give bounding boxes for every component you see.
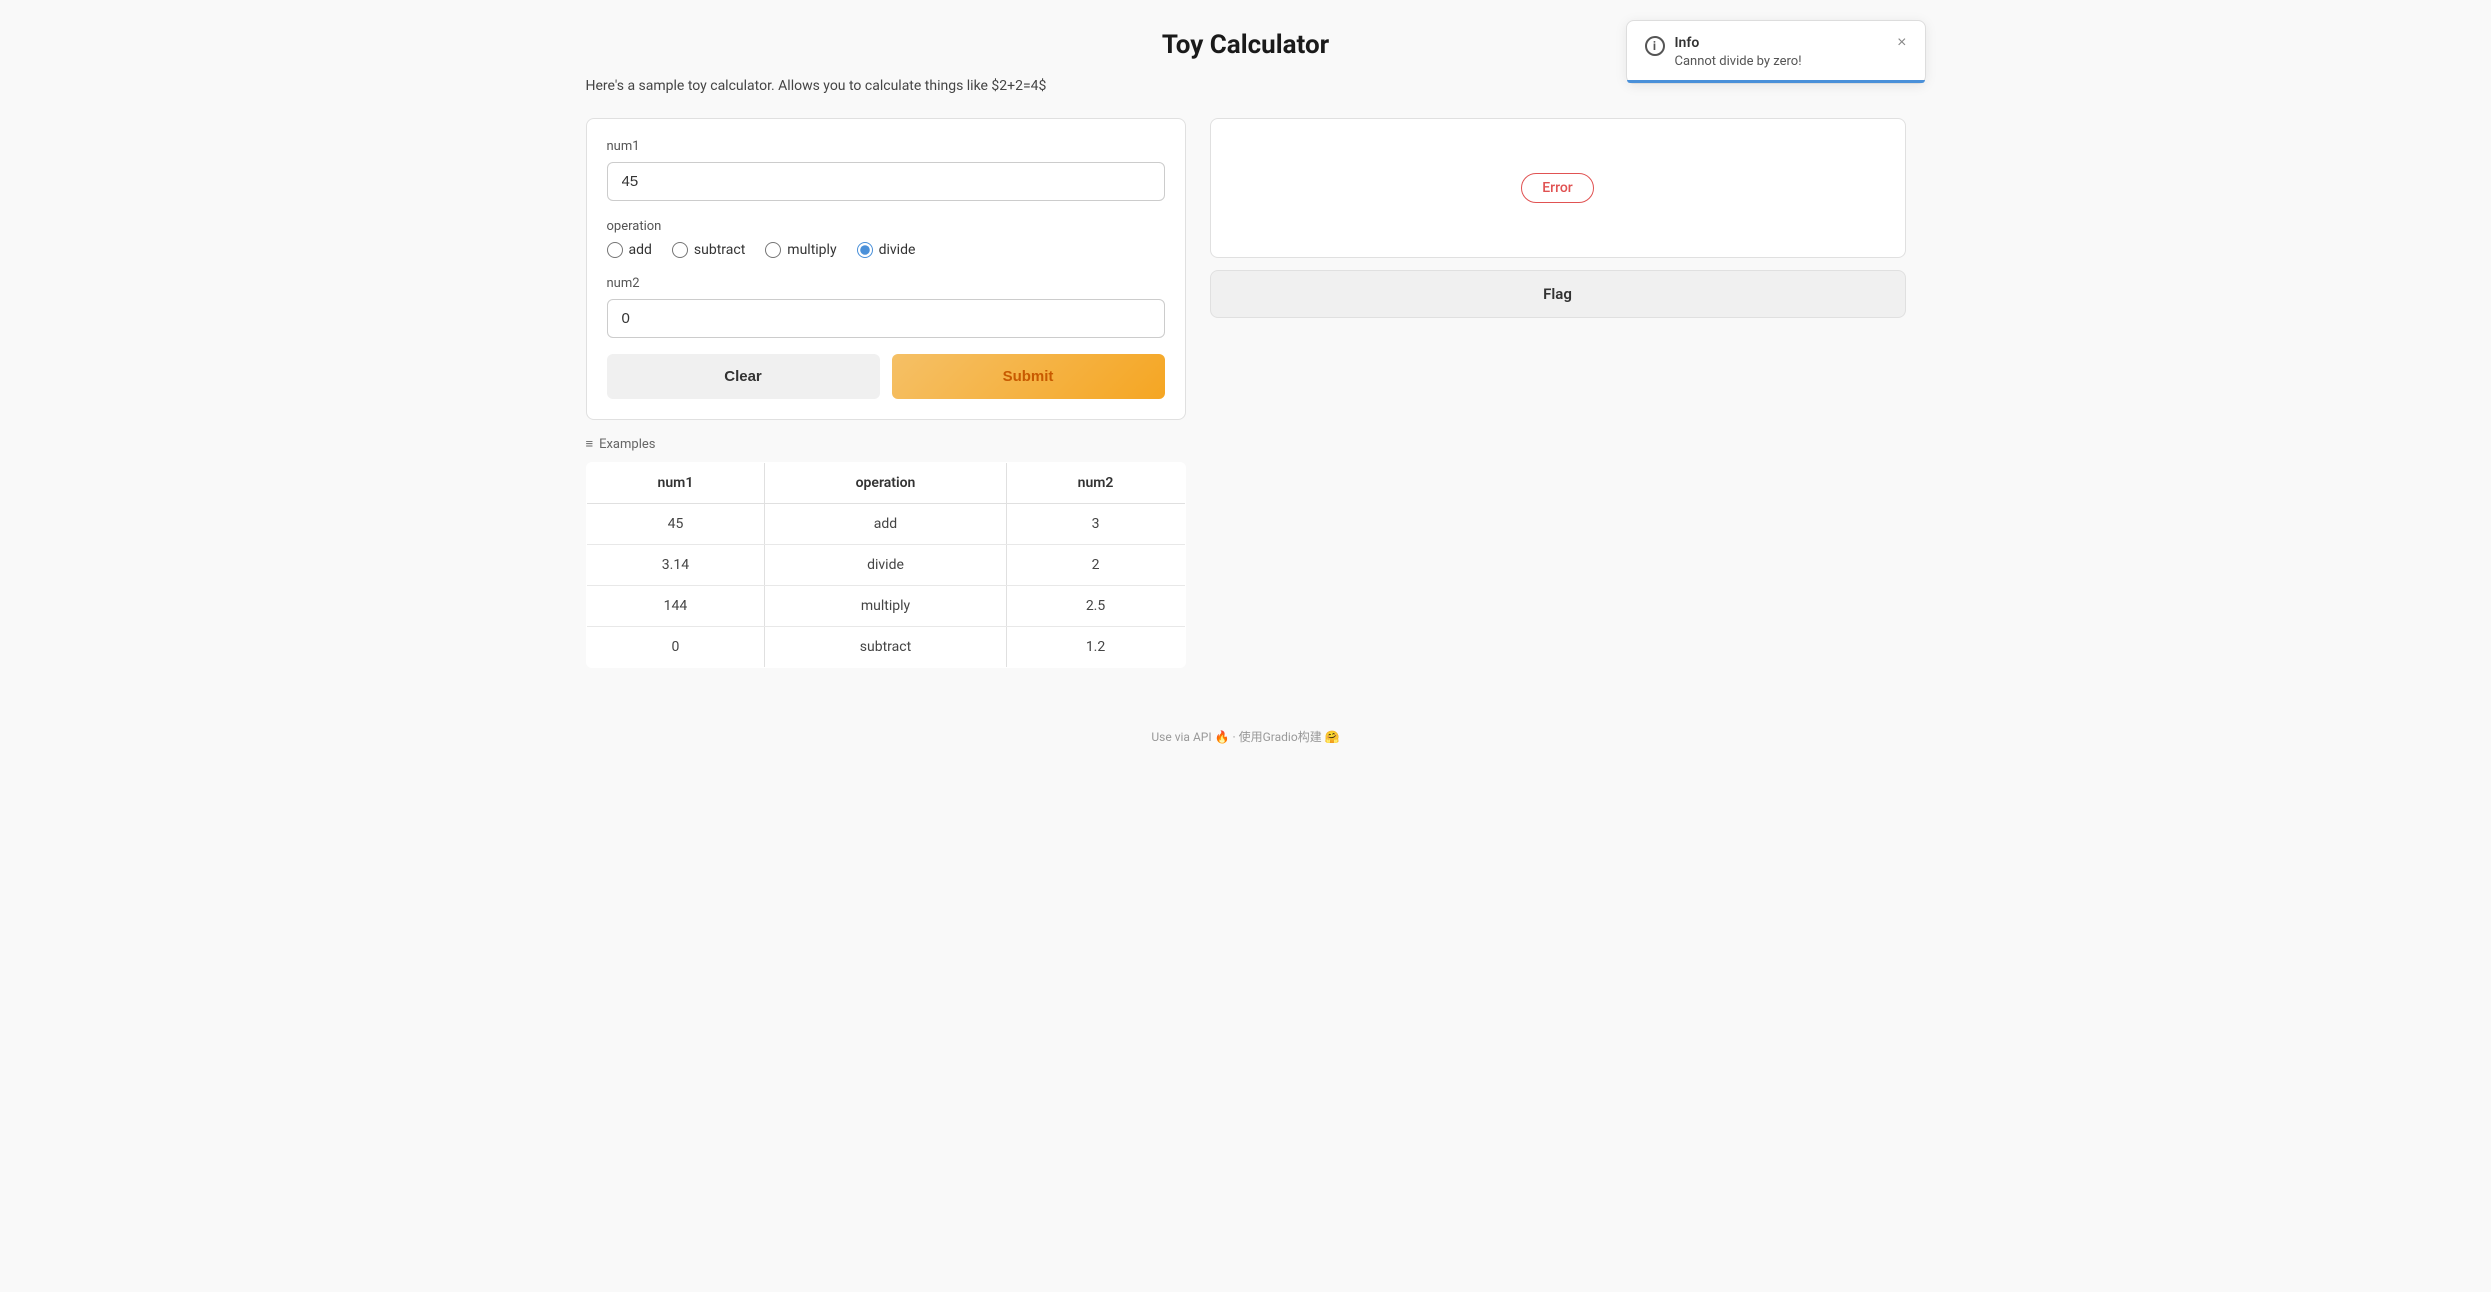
cell-num2: 1.2: [1006, 627, 1185, 668]
cell-num1: 3.14: [586, 545, 765, 586]
cell-operation: divide: [765, 545, 1006, 586]
radio-divide-label: divide: [879, 242, 916, 258]
info-toast: i Info Cannot divide by zero! ×: [1626, 20, 1926, 84]
radio-multiply[interactable]: multiply: [765, 242, 836, 258]
examples-icon: ≡: [586, 436, 594, 452]
table-row[interactable]: 45add3: [586, 504, 1185, 545]
num2-input[interactable]: [607, 299, 1165, 338]
radio-subtract-label: subtract: [694, 242, 745, 258]
radio-divide[interactable]: divide: [857, 242, 916, 258]
col-header-operation: operation: [765, 463, 1006, 504]
table-row[interactable]: 3.14divide2: [586, 545, 1185, 586]
output-card: Error: [1210, 118, 1906, 258]
toast-message: Cannot divide by zero!: [1675, 54, 1888, 69]
cell-operation: subtract: [765, 627, 1006, 668]
col-header-num1: num1: [586, 463, 765, 504]
cell-num1: 144: [586, 586, 765, 627]
cell-num1: 0: [586, 627, 765, 668]
cell-num2: 3: [1006, 504, 1185, 545]
radio-multiply-label: multiply: [787, 242, 836, 258]
cell-operation: add: [765, 504, 1006, 545]
table-row[interactable]: 0subtract1.2: [586, 627, 1185, 668]
info-icon: i: [1645, 36, 1665, 56]
cell-num2: 2.5: [1006, 586, 1185, 627]
error-badge: Error: [1521, 173, 1594, 203]
table-header-row: num1 operation num2: [586, 463, 1185, 504]
main-layout: num1 operation add subtract: [586, 118, 1906, 668]
num1-label: num1: [607, 139, 1165, 154]
examples-label: Examples: [599, 437, 655, 452]
cell-operation: multiply: [765, 586, 1006, 627]
footer-built-text: · 使用Gradio构建 🤗: [1233, 730, 1340, 744]
radio-input-add[interactable]: [607, 242, 623, 258]
form-card: num1 operation add subtract: [586, 118, 1186, 420]
num2-label: num2: [607, 276, 1165, 291]
radio-input-multiply[interactable]: [765, 242, 781, 258]
cell-num1: 45: [586, 504, 765, 545]
flag-bar[interactable]: Flag: [1210, 270, 1906, 318]
radio-add-label: add: [629, 242, 652, 258]
col-header-num2: num2: [1006, 463, 1185, 504]
submit-button[interactable]: Submit: [892, 354, 1165, 399]
left-panel: num1 operation add subtract: [586, 118, 1186, 668]
num1-input[interactable]: [607, 162, 1165, 201]
examples-table: num1 operation num2 45add33.14divide2144…: [586, 462, 1186, 668]
examples-section: ≡ Examples num1 operation num2 45add33.1…: [586, 436, 1186, 668]
radio-add[interactable]: add: [607, 242, 652, 258]
toast-close-button[interactable]: ×: [1897, 35, 1906, 51]
button-row: Clear Submit: [607, 354, 1165, 399]
footer: Use via API 🔥 · 使用Gradio构建 🤗: [586, 728, 1906, 745]
footer-api-text[interactable]: Use via API: [1151, 730, 1211, 744]
clear-button[interactable]: Clear: [607, 354, 880, 399]
radio-subtract[interactable]: subtract: [672, 242, 745, 258]
radio-group: add subtract multiply divide: [607, 242, 1165, 258]
right-panel: Error Flag: [1210, 118, 1906, 318]
operation-label: operation: [607, 219, 1165, 234]
operation-section: operation add subtract multiply: [607, 219, 1165, 258]
table-row[interactable]: 144multiply2.5: [586, 586, 1185, 627]
toast-content: Info Cannot divide by zero!: [1675, 35, 1888, 69]
radio-input-subtract[interactable]: [672, 242, 688, 258]
cell-num2: 2: [1006, 545, 1185, 586]
radio-input-divide[interactable]: [857, 242, 873, 258]
toast-title: Info: [1675, 35, 1888, 51]
examples-header: ≡ Examples: [586, 436, 1186, 452]
